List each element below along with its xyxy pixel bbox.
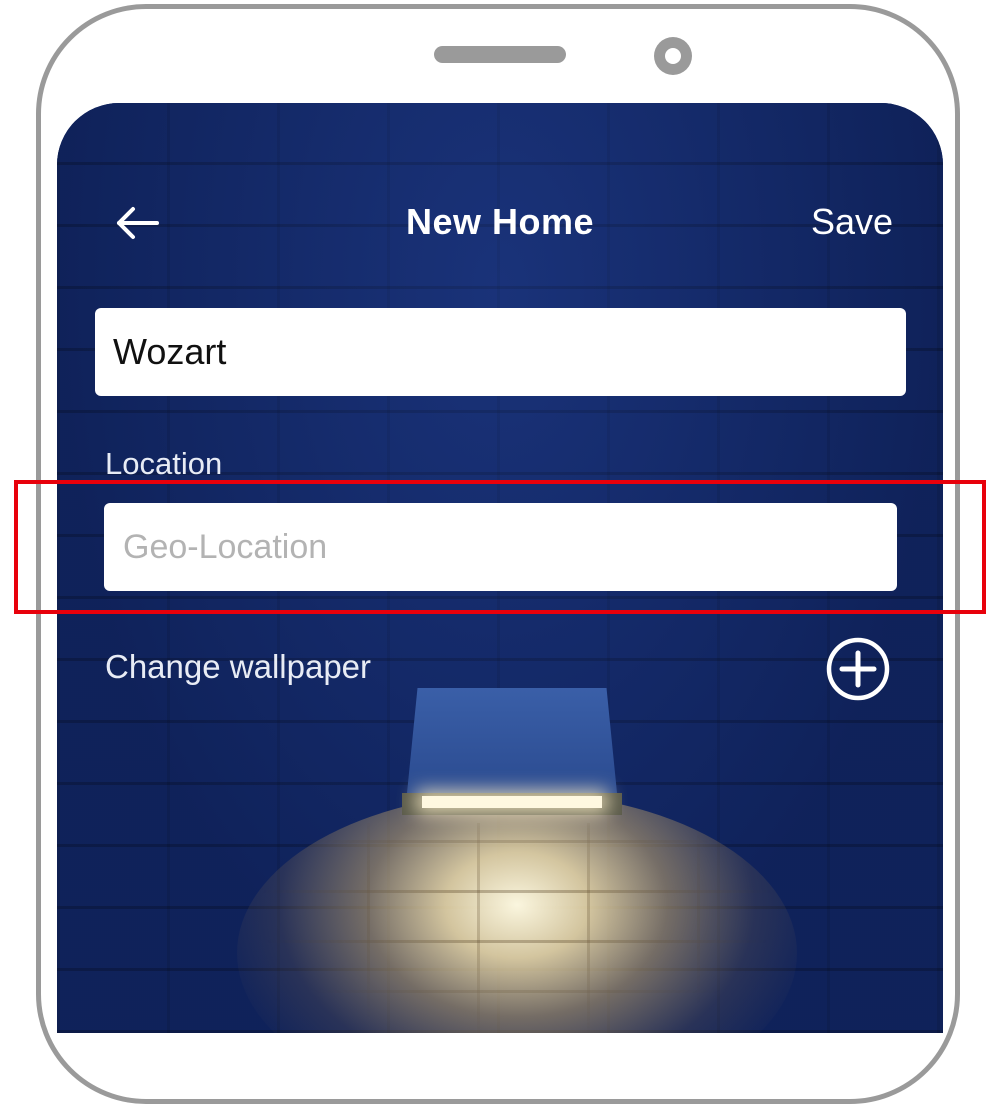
home-name-input[interactable]: Wozart	[95, 308, 906, 396]
plus-circle-icon	[826, 637, 890, 701]
top-bar: New Home Save	[57, 198, 943, 248]
wall-lamp-light	[422, 796, 602, 808]
location-label: Location	[105, 446, 223, 481]
wall-lamp	[407, 688, 617, 793]
save-button[interactable]: Save	[811, 201, 893, 243]
phone-camera	[654, 37, 692, 75]
add-wallpaper-button[interactable]	[825, 636, 891, 702]
phone-speaker	[434, 46, 566, 63]
geo-location-input[interactable]: Geo-Location	[104, 503, 897, 591]
app-screen: New Home Save Wozart Location Geo-Locati…	[57, 103, 943, 1033]
change-wallpaper-label: Change wallpaper	[105, 648, 372, 685]
lit-bricks	[257, 823, 777, 1033]
back-button[interactable]	[115, 200, 161, 246]
back-arrow-icon	[117, 207, 159, 239]
